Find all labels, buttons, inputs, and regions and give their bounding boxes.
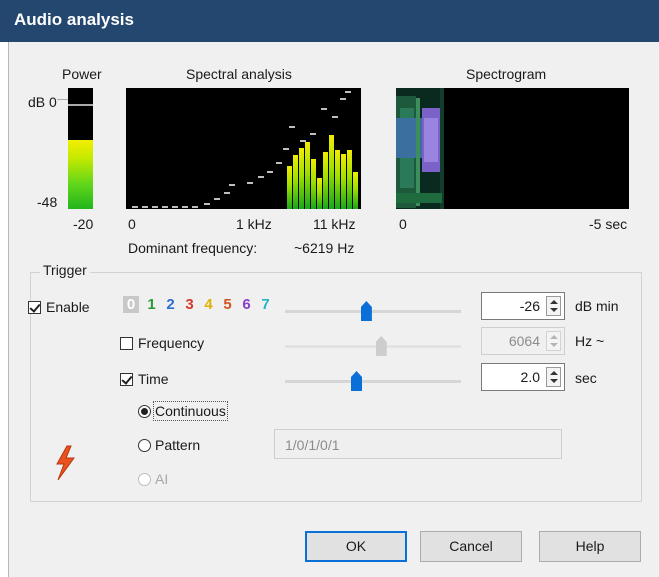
spectral-heading: Spectral analysis xyxy=(186,66,292,82)
enable-checkbox[interactable] xyxy=(28,301,41,314)
spectrogram-display xyxy=(396,88,629,209)
level-unit: dB min xyxy=(575,298,619,314)
spectrogram-axis-right: -5 sec xyxy=(589,216,628,232)
pattern-input-value: 1/0/1/0/1 xyxy=(285,437,340,453)
cancel-button[interactable]: Cancel xyxy=(420,531,522,562)
frequency-spin-buttons[interactable] xyxy=(546,331,561,351)
channel-2[interactable]: 2 xyxy=(161,296,180,313)
level-value: -26 xyxy=(519,298,540,314)
spectral-axis-min: 0 xyxy=(128,216,136,232)
spin-up-icon[interactable] xyxy=(550,335,558,339)
frequency-checkbox[interactable] xyxy=(120,337,133,350)
continuous-radio[interactable] xyxy=(138,405,151,418)
spin-down-icon[interactable] xyxy=(550,308,558,312)
trigger-group-title: Trigger xyxy=(40,262,90,278)
channel-1[interactable]: 1 xyxy=(142,296,161,313)
power-meter xyxy=(68,88,93,209)
spin-up-icon[interactable] xyxy=(550,300,558,304)
time-spin-buttons[interactable] xyxy=(546,367,561,387)
channel-3[interactable]: 3 xyxy=(180,296,199,313)
pattern-input[interactable]: 1/0/1/0/1 xyxy=(274,429,562,459)
channel-5[interactable]: 5 xyxy=(218,296,237,313)
continuous-label[interactable]: Continuous xyxy=(153,401,228,421)
channel-0[interactable]: 0 xyxy=(123,296,139,313)
lightning-bolt-icon xyxy=(56,445,75,481)
spin-up-icon[interactable] xyxy=(550,371,558,375)
pattern-label[interactable]: Pattern xyxy=(155,437,200,453)
level-slider-track[interactable] xyxy=(285,310,461,313)
power-peak-marker xyxy=(68,103,93,106)
power-db-top-label: dB 0 xyxy=(28,94,57,110)
level-spinbox[interactable]: -26 xyxy=(481,292,565,320)
help-button[interactable]: Help xyxy=(539,531,641,562)
pattern-radio[interactable] xyxy=(138,439,151,452)
spectral-analyzer xyxy=(126,88,361,209)
time-spinbox[interactable]: 2.0 xyxy=(481,363,565,391)
dominant-frequency-value: ~6219 Hz xyxy=(294,240,355,256)
title-bar[interactable]: Audio analysis xyxy=(0,0,659,42)
spectral-axis-max: 11 kHz xyxy=(313,216,356,232)
power-db-bottom-label: -48 xyxy=(37,194,58,210)
time-unit: sec xyxy=(575,370,597,386)
frequency-value: 6064 xyxy=(508,333,540,349)
dominant-frequency-label: Dominant frequency: xyxy=(128,240,258,256)
channel-selector: 01234567 xyxy=(123,296,275,316)
spectrogram-image xyxy=(396,88,444,209)
window-title: Audio analysis xyxy=(14,10,134,29)
frequency-slider-track[interactable] xyxy=(285,345,461,348)
channel-7[interactable]: 7 xyxy=(256,296,275,313)
power-heading: Power xyxy=(62,66,102,82)
channel-6[interactable]: 6 xyxy=(237,296,256,313)
spectrum-plot xyxy=(132,91,358,209)
audio-analysis-window: Audio analysis Power dB 0 -48 -20 Spectr… xyxy=(0,0,659,577)
enable-label[interactable]: Enable xyxy=(46,299,90,315)
spectrogram-axis-left: 0 xyxy=(399,216,407,232)
spectrogram-heading: Spectrogram xyxy=(466,66,547,82)
spin-down-icon[interactable] xyxy=(550,379,558,383)
frequency-spinbox[interactable]: 6064 xyxy=(481,327,565,355)
time-slider-track[interactable] xyxy=(285,380,461,383)
spin-down-icon[interactable] xyxy=(550,343,558,347)
ai-radio[interactable] xyxy=(138,473,151,486)
ai-label[interactable]: AI xyxy=(155,471,168,487)
spectral-axis-mid: 1 kHz xyxy=(236,216,272,232)
ok-button[interactable]: OK xyxy=(305,531,407,562)
time-label[interactable]: Time xyxy=(138,371,169,387)
power-value: -20 xyxy=(73,216,94,232)
channel-4[interactable]: 4 xyxy=(199,296,218,313)
level-spin-buttons[interactable] xyxy=(546,296,561,316)
power-zero-tick xyxy=(57,99,68,100)
time-value: 2.0 xyxy=(520,369,540,385)
frequency-unit: Hz ~ xyxy=(575,333,605,349)
time-checkbox[interactable] xyxy=(120,373,133,386)
frequency-label[interactable]: Frequency xyxy=(138,335,204,351)
power-meter-fill xyxy=(68,140,93,209)
